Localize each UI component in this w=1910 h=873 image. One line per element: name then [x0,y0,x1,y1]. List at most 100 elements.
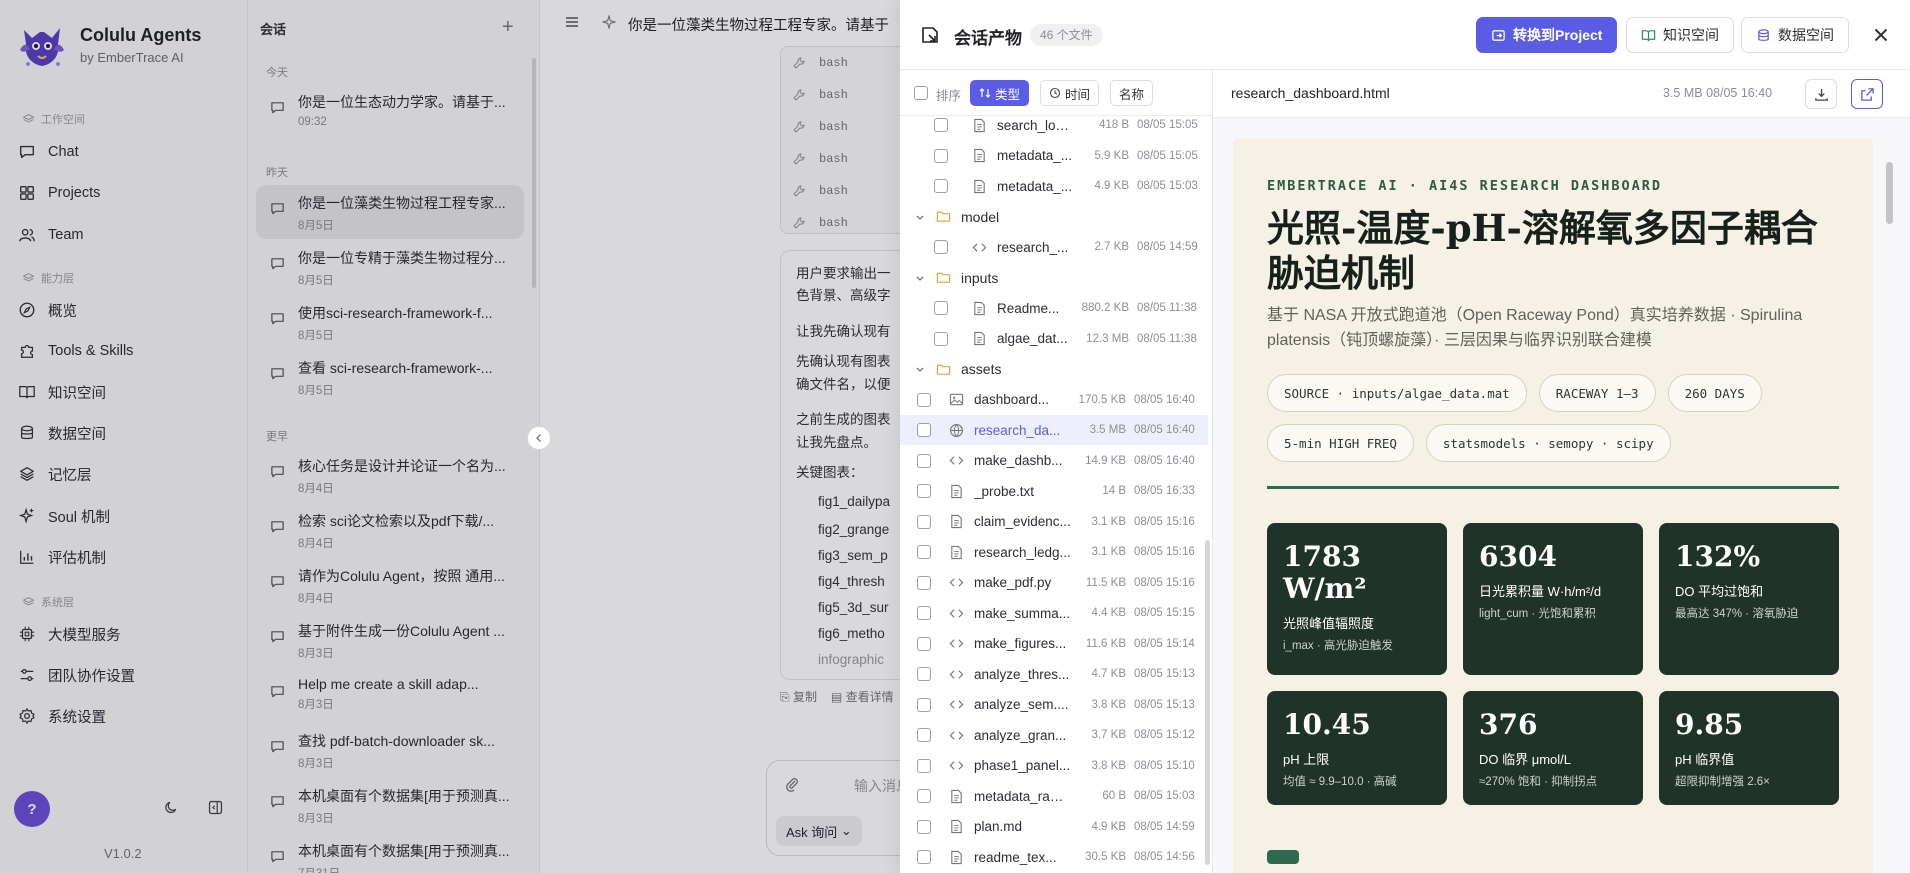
file-checkbox[interactable] [917,850,931,864]
file-checkbox[interactable] [917,606,931,620]
chevron-down-icon[interactable] [914,211,926,223]
code-icon [949,608,964,618]
file-date: 08/05 15:13 [1134,698,1195,711]
metric-card: 9.85 pH 临界值 超限抑制增强 2.6× [1659,691,1839,805]
folder-name: inputs [961,269,999,286]
dashboard-chips: SOURCE · inputs/algae_data.mat RACEWAY 1… [1267,374,1857,462]
file-row[interactable]: algae_dat... 12.3 MB 08/05 11:38 [900,324,1208,354]
file-checkbox[interactable] [917,423,931,437]
file-date: 08/05 15:16 [1134,576,1195,589]
metric-card: 6304 日光累积量 W·h/m²/d light_cum · 光饱和累积 [1463,523,1643,675]
file-checkbox[interactable] [934,240,948,254]
file-checkbox[interactable] [917,697,931,712]
file-name: research_... [997,239,1069,255]
file-checkbox[interactable] [934,331,948,346]
file-checkbox[interactable] [917,484,931,498]
file-date: 08/05 11:38 [1137,332,1197,345]
file-checkbox[interactable] [934,148,948,163]
sort-by-type-button[interactable]: 类型 [970,80,1030,106]
file-checkbox[interactable] [917,514,931,529]
file-checkbox[interactable] [917,636,931,651]
file-row[interactable]: research_... 2.7 KB 08/05 14:59 [900,232,1208,262]
file-row[interactable]: Readme... 880.2 KB 08/05 11:38 [900,293,1208,323]
metric-label: pH 上限 [1283,752,1330,768]
clock-icon [1049,87,1061,99]
file-checkbox[interactable] [934,301,948,315]
file-row[interactable]: analyze_sem.... 3.8 KB 08/05 15:13 [900,690,1208,720]
file-row[interactable]: phase1_panel... 3.8 KB 08/05 15:10 [900,751,1208,781]
file-tree-scrollbar[interactable] [1205,540,1210,865]
preview-scroll-track[interactable] [1883,138,1895,873]
folder-icon [936,364,951,375]
panel-header: 会话产物 46 个文件 转换到Project 知识空间 数据空间 [900,0,1910,70]
folder-row[interactable]: model [900,202,1208,232]
download-button[interactable] [1805,79,1837,109]
sort-by-time-button[interactable]: 时间 [1040,80,1100,106]
select-all-checkbox[interactable] [914,86,928,100]
folder-icon [936,211,951,222]
file-size: 5.9 KB [1094,149,1129,162]
convert-to-project-button[interactable]: 转换到Project [1476,17,1618,53]
convert-icon [1492,29,1505,41]
doc-icon [974,148,985,163]
file-name: readme_tex... [974,849,1057,865]
chevron-down-icon[interactable] [914,363,926,375]
metric-label: 光照峰值辐照度 [1283,616,1375,632]
file-checkbox[interactable] [934,179,948,193]
file-row[interactable]: metadata_... 5.9 KB 08/05 15:05 [900,141,1208,171]
download-icon [1814,88,1828,101]
file-row[interactable]: metadata_... 4.9 KB 08/05 15:03 [900,171,1208,201]
file-row[interactable]: make_dashb... 14.9 KB 08/05 16:40 [900,446,1208,476]
file-checkbox[interactable] [917,453,931,468]
file-row[interactable]: metadata_raw.... 60 B 08/05 15:03 [900,781,1208,811]
file-row[interactable]: dashboard... 170.5 KB 08/05 16:40 [900,385,1208,415]
file-checkbox[interactable] [917,392,931,407]
file-size: 3.8 KB [1091,759,1126,772]
open-external-button[interactable] [1851,79,1883,109]
dashboard-divider [1267,486,1839,489]
folder-row[interactable]: assets [900,354,1208,384]
code-icon [949,456,964,465]
folder-row[interactable]: inputs [900,263,1208,293]
data-space-button[interactable]: 数据空间 [1741,17,1849,53]
file-row[interactable]: make_figures... 11.6 KB 08/05 15:14 [900,629,1208,659]
file-row[interactable]: readme_tex... 30.5 KB 08/05 14:56 [900,842,1208,872]
knowledge-space-button[interactable]: 知识空间 [1626,17,1734,53]
file-row-selected[interactable]: research_da... 3.5 MB 08/05 16:40 [900,415,1208,445]
file-row[interactable]: make_summa... 4.4 KB 08/05 15:15 [900,598,1208,628]
metric-note: ≈270% 饱和 · 抑制拐点 [1479,776,1598,789]
file-row[interactable]: plan.md 4.9 KB 08/05 14:59 [900,812,1208,842]
sort-icon [979,88,991,98]
code-icon [949,730,964,740]
file-checkbox[interactable] [917,819,931,834]
metric-note: 均值 ≈ 9.9–10.0 · 高碱 [1283,776,1397,789]
file-row[interactable]: analyze_gran... 3.7 KB 08/05 15:12 [900,720,1208,750]
file-checkbox[interactable] [917,758,931,773]
file-checkbox[interactable] [934,118,948,132]
preview-scrollbar[interactable] [1886,162,1893,224]
preview-file-meta: 3.5 MB 08/05 16:40 [1663,86,1773,100]
code-icon [949,578,964,587]
file-row[interactable]: research_ledg... 3.1 KB 08/05 15:16 [900,537,1208,567]
doc-icon [974,301,985,315]
close-icon[interactable] [1870,24,1892,46]
file-checkbox[interactable] [917,545,931,559]
file-row[interactable]: _probe.txt 14 B 08/05 16:33 [900,476,1208,506]
metric-card: 132% DO 平均过饱和 最高达 347% · 溶氧胁迫 [1659,523,1839,675]
file-checkbox[interactable] [917,667,931,681]
file-date: 08/05 11:38 [1137,302,1197,314]
modal-backdrop[interactable] [0,0,900,873]
file-date: 08/05 16:40 [1134,424,1195,436]
file-checkbox[interactable] [917,728,931,742]
chevron-down-icon[interactable] [914,272,926,284]
file-checkbox[interactable] [917,575,931,590]
preview-header: research_dashboard.html 3.5 MB 08/05 16:… [1213,70,1910,118]
file-row[interactable]: analyze_thres... 4.7 KB 08/05 15:13 [900,659,1208,689]
sort-by-name-button[interactable]: 名称 [1110,80,1154,106]
file-row[interactable]: claim_evidenc... 3.1 KB 08/05 15:16 [900,507,1208,537]
file-row[interactable]: search_log.... 418 B 08/05 15:05 [900,116,1208,140]
file-row[interactable]: make_pdf.py 11.5 KB 08/05 15:16 [900,568,1208,598]
collapse-list-button[interactable] [527,426,551,450]
file-checkbox[interactable] [917,789,931,803]
metric-note: light_cum · 光饱和累积 [1479,608,1596,621]
